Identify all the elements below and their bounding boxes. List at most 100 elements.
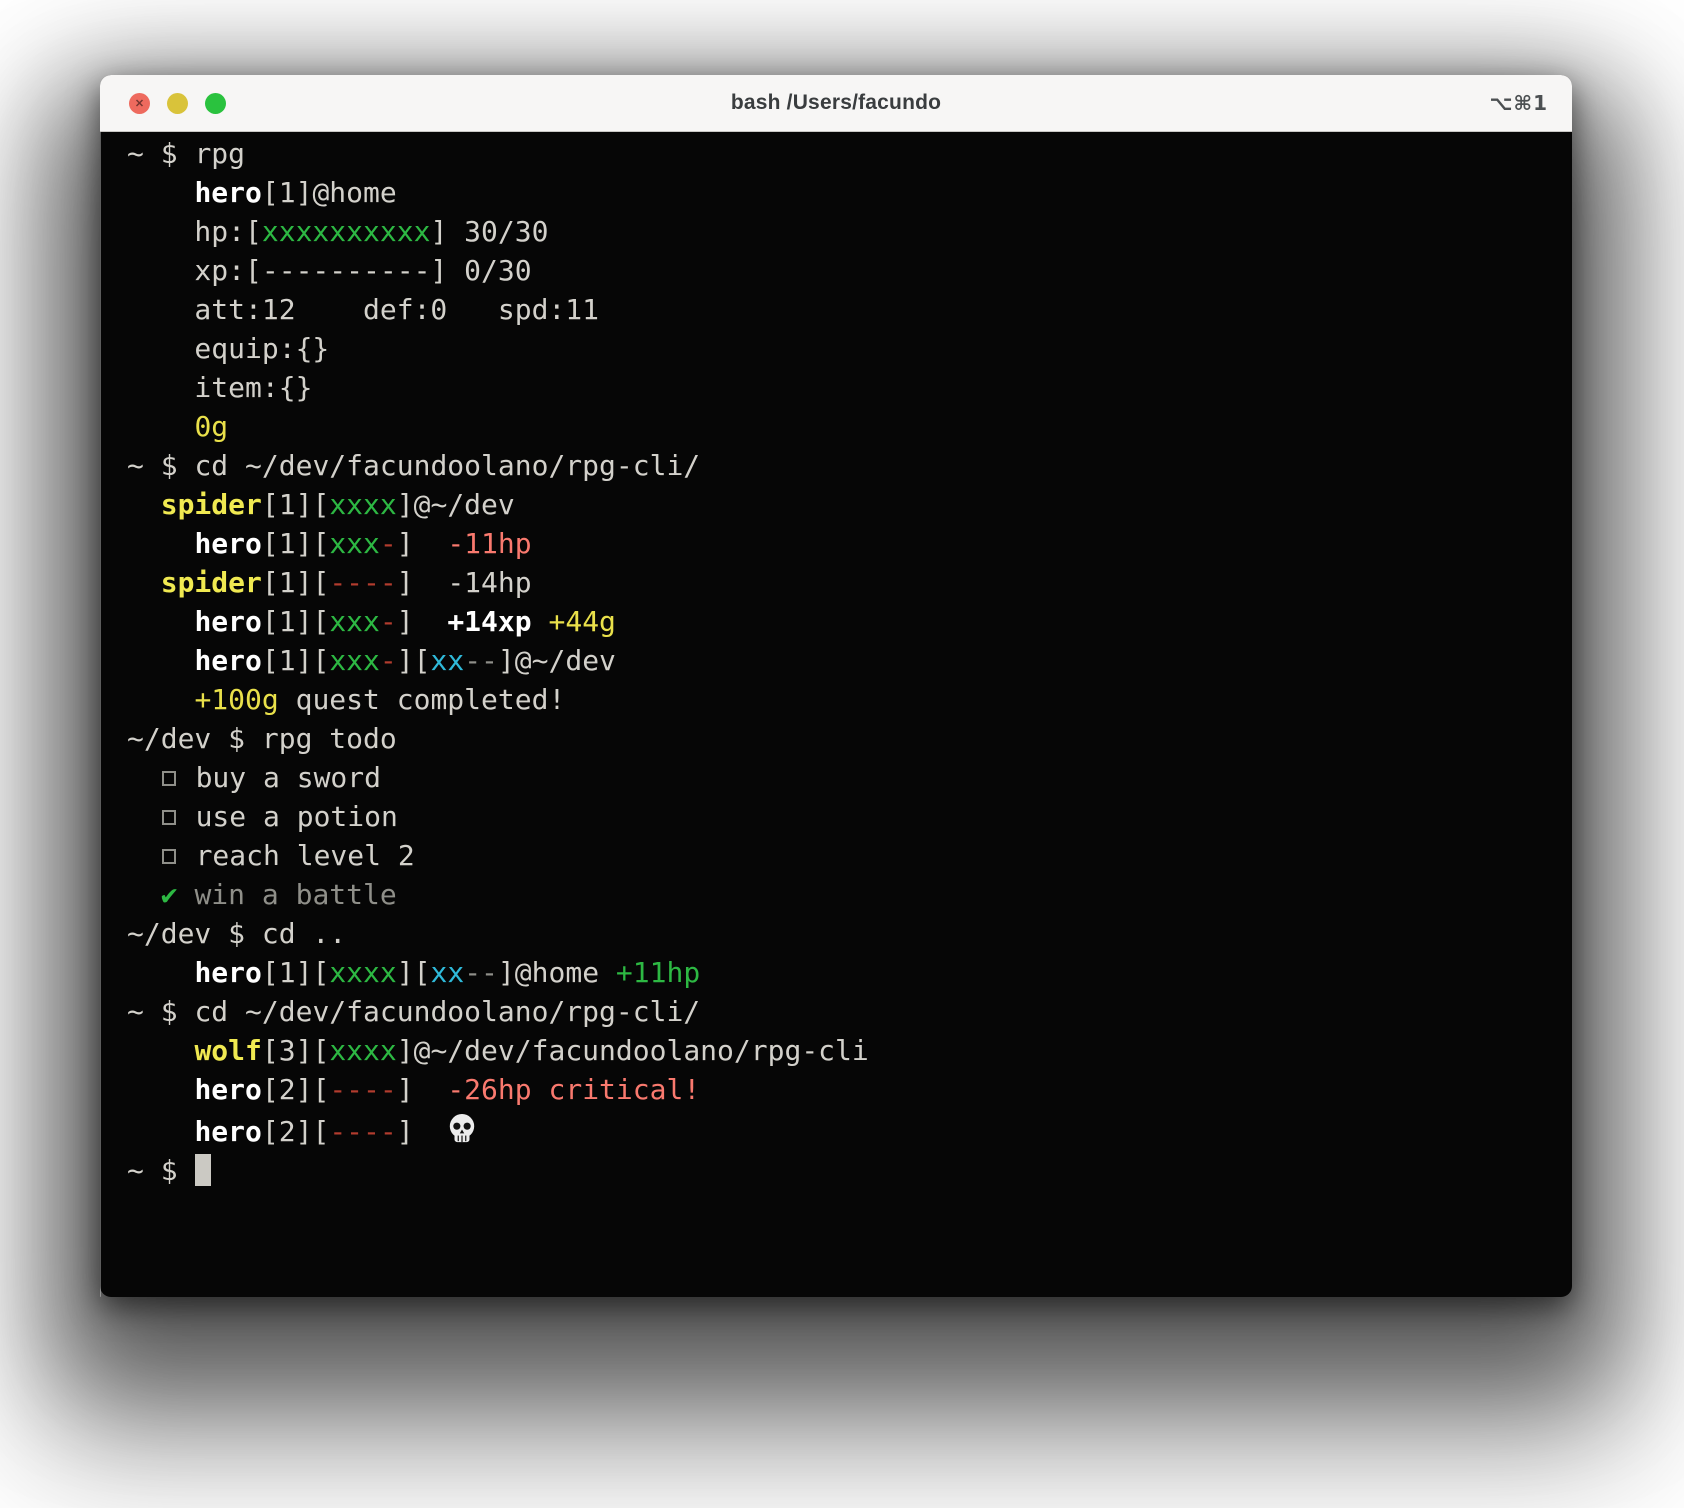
terminal-line: reach level 2 — [127, 836, 1552, 875]
text-segment: win a battle — [194, 878, 396, 911]
text-segment: ---- — [329, 1073, 396, 1106]
skull-emoji — [447, 1109, 477, 1151]
text-segment — [127, 488, 161, 521]
window-shortcut-badge: ⌥⌘1 — [1489, 91, 1548, 115]
traffic-lights — [129, 75, 226, 131]
terminal-line: use a potion — [127, 797, 1552, 836]
text-segment: [3][ — [262, 1034, 329, 1067]
text-segment: ] — [397, 1115, 448, 1148]
text-segment: xxx — [329, 644, 380, 677]
text-segment — [127, 410, 194, 443]
terminal-line: hero[1][xxx-] +14xp +44g — [127, 602, 1552, 641]
text-segment — [127, 1034, 194, 1067]
text-segment — [532, 605, 549, 638]
text-segment: buy a sword — [179, 761, 381, 794]
text-segment: [1][ — [262, 956, 329, 989]
terminal-line: equip:{} — [127, 329, 1552, 368]
text-segment: ] — [397, 605, 448, 638]
zoom-button[interactable] — [205, 93, 226, 114]
text-segment: [2][ — [262, 1115, 329, 1148]
text-segment: spider — [161, 566, 262, 599]
command: cd .. — [262, 917, 346, 950]
text-segment — [127, 761, 161, 794]
text-segment: xxxx — [329, 1034, 396, 1067]
text-segment — [127, 1073, 194, 1106]
terminal-line: ~ $ — [127, 1148, 1552, 1187]
text-segment: xxxx — [329, 956, 396, 989]
terminal-line: ✔ win a battle — [127, 875, 1552, 914]
text-segment: hero — [194, 605, 261, 638]
terminal-line: buy a sword — [127, 758, 1552, 797]
terminal-line: ~/dev $ rpg todo — [127, 719, 1552, 758]
text-segment: hero — [194, 1073, 261, 1106]
terminal-window: bash /Users/facundo ⌥⌘1 ~ $ rpg hero[1]@… — [100, 75, 1572, 1297]
terminal-line: ~ $ cd ~/dev/facundoolano/rpg-cli/ — [127, 992, 1552, 1031]
text-segment: [1]@home — [262, 176, 397, 209]
text-segment: [1][ — [262, 527, 329, 560]
minimize-button[interactable] — [167, 93, 188, 114]
text-segment: +44g — [548, 605, 615, 638]
window-title: bash /Users/facundo — [731, 91, 941, 115]
terminal-line: xp:[----------] 0/30 — [127, 251, 1552, 290]
terminal-line: hp:[xxxxxxxxxx] 30/30 — [127, 212, 1552, 251]
title-bar[interactable]: bash /Users/facundo ⌥⌘1 — [100, 75, 1572, 132]
text-segment: [1][ — [262, 566, 329, 599]
text-segment: +100g — [194, 683, 278, 716]
text-segment — [127, 878, 161, 911]
terminal-line: ~/dev $ cd .. — [127, 914, 1552, 953]
text-segment: ] — [397, 527, 448, 560]
terminal[interactable]: ~ $ rpg hero[1]@home hp:[xxxxxxxxxx] 30/… — [100, 132, 1572, 1297]
terminal-line: hero[1][xxx-][xx--]@~/dev — [127, 641, 1552, 680]
text-segment — [127, 956, 194, 989]
text-segment: [2][ — [262, 1073, 329, 1106]
text-segment: xxx — [329, 527, 380, 560]
terminal-line: spider[1][xxxx]@~/dev — [127, 485, 1552, 524]
text-segment: ---- — [329, 1115, 396, 1148]
text-segment — [127, 839, 161, 872]
text-segment: ][ — [397, 956, 431, 989]
terminal-line: +100g quest completed! — [127, 680, 1552, 719]
close-button[interactable] — [129, 93, 150, 114]
text-segment: xxxx — [329, 488, 396, 521]
command: rpg — [194, 137, 245, 170]
text-segment: ]@~/dev/facundoolano/rpg-cli — [397, 1034, 869, 1067]
terminal-line: item:{} — [127, 368, 1552, 407]
terminal-line: ~ $ cd ~/dev/facundoolano/rpg-cli/ — [127, 446, 1552, 485]
text-segment — [127, 1115, 194, 1148]
text-segment: ] 30/30 — [430, 215, 548, 248]
text-segment: -- — [464, 644, 498, 677]
text-segment: hero — [194, 956, 261, 989]
text-segment: xx — [430, 956, 464, 989]
text-segment: ] — [397, 566, 448, 599]
text-segment: +14xp — [447, 605, 531, 638]
terminal-line: att:12 def:0 spd:11 — [127, 290, 1552, 329]
todo-checkbox-icon — [162, 810, 176, 825]
text-segment: - — [380, 527, 397, 560]
terminal-line: hero[1][xxx-] -11hp — [127, 524, 1552, 563]
terminal-line: 0g — [127, 407, 1552, 446]
text-segment: hero — [194, 176, 261, 209]
text-segment: +11hp — [616, 956, 700, 989]
text-segment: - — [380, 605, 397, 638]
text-segment: hero — [194, 644, 261, 677]
text-segment: xxx — [329, 605, 380, 638]
text-segment: att:12 def:0 spd:11 — [127, 293, 599, 326]
text-segment: - — [380, 644, 397, 677]
text-segment: -- — [464, 956, 498, 989]
text-segment: quest completed! — [279, 683, 566, 716]
text-segment: [1][ — [262, 488, 329, 521]
todo-checkbox-icon — [162, 849, 176, 864]
text-segment: 0g — [194, 410, 228, 443]
terminal-line: wolf[3][xxxx]@~/dev/facundoolano/rpg-cli — [127, 1031, 1552, 1070]
prompt: ~ $ — [127, 449, 194, 482]
terminal-line: hero[2][----] -26hp critical! — [127, 1070, 1552, 1109]
text-segment — [127, 527, 194, 560]
terminal-line: hero[2][----] — [127, 1109, 1552, 1148]
text-segment: item:{} — [127, 371, 312, 404]
text-segment: -11hp — [447, 527, 531, 560]
terminal-line: hero[1][xxxx][xx--]@home +11hp — [127, 953, 1552, 992]
command: cd ~/dev/facundoolano/rpg-cli/ — [194, 449, 700, 482]
text-segment: ]@~/dev — [498, 644, 616, 677]
command: cd ~/dev/facundoolano/rpg-cli/ — [194, 995, 700, 1028]
terminal-line: ~ $ rpg — [127, 134, 1552, 173]
